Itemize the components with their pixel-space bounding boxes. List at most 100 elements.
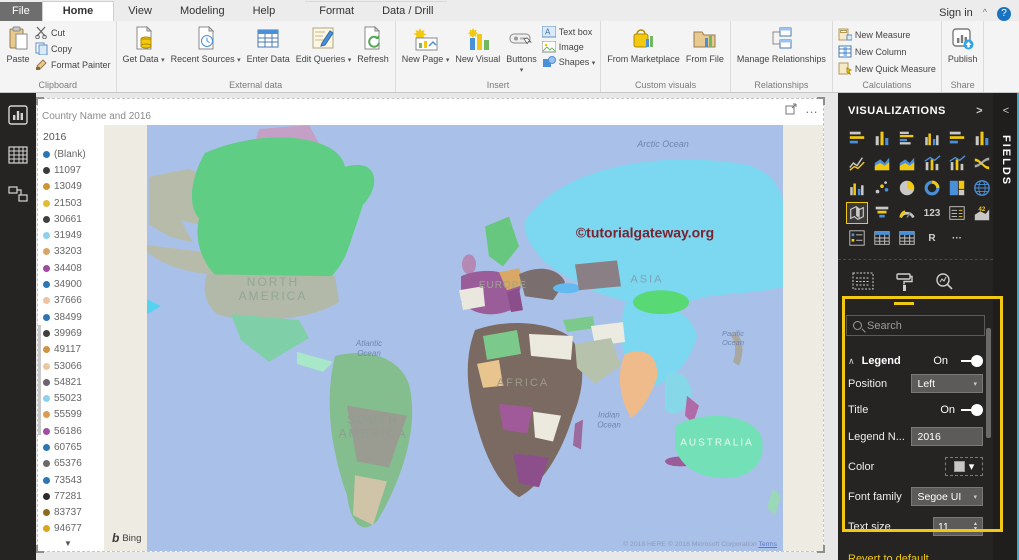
cut-button[interactable]: Cut xyxy=(35,26,111,39)
tab-home[interactable]: Home xyxy=(41,1,115,21)
legend-item[interactable]: 77281 xyxy=(38,488,104,504)
font-family-dropdown[interactable]: Segoe UI ▾ xyxy=(911,487,983,506)
scatter-chart-icon[interactable] xyxy=(871,177,893,199)
recent-sources-button[interactable]: Recent Sources ▾ xyxy=(168,24,244,67)
multi-row-card-icon[interactable] xyxy=(946,202,968,224)
new-page-button[interactable]: New Page ▾ xyxy=(399,24,453,67)
new-visual-button[interactable]: New Visual xyxy=(452,24,503,66)
tab-help[interactable]: Help xyxy=(239,2,290,21)
legend-item[interactable]: 34408 xyxy=(38,260,104,276)
funnel-icon[interactable] xyxy=(871,202,893,224)
legend-name-input[interactable]: 2016 xyxy=(911,427,983,446)
tab-file[interactable]: File xyxy=(0,2,42,21)
legend-scroll-down-icon[interactable]: ▼ xyxy=(64,539,72,548)
donut-chart-icon[interactable] xyxy=(921,177,943,199)
pie-chart-icon[interactable] xyxy=(896,177,918,199)
tab-format[interactable]: Format xyxy=(305,1,369,21)
tab-format-pane[interactable] xyxy=(894,272,914,305)
model-view-button[interactable] xyxy=(8,185,28,208)
legend-section-header[interactable]: ∧ Legend On xyxy=(848,348,983,374)
tab-modeling[interactable]: Modeling xyxy=(166,2,239,21)
legend-item[interactable]: (Blank) xyxy=(38,146,104,162)
legend-item[interactable]: 53066 xyxy=(38,358,104,374)
map-ocean[interactable]: Arctic Ocean NORTH AMERICA EUROPE ASIA A… xyxy=(147,125,783,551)
legend-item[interactable]: 55599 xyxy=(38,407,104,423)
from-marketplace-button[interactable]: From Marketplace xyxy=(604,24,683,66)
map-icon[interactable] xyxy=(971,177,993,199)
refresh-button[interactable]: Refresh xyxy=(354,24,392,66)
revert-to-default-link[interactable]: Revert to default xyxy=(848,547,983,560)
publish-button[interactable]: Publish xyxy=(945,24,981,66)
kpi-icon[interactable]: 42 xyxy=(971,202,993,224)
sign-in-button[interactable]: Sign in xyxy=(939,7,973,19)
legend-item[interactable]: 21503 xyxy=(38,195,104,211)
legend-item[interactable]: 38499 xyxy=(38,309,104,325)
image-button[interactable]: Image xyxy=(541,41,596,53)
collapse-panel-icon[interactable]: > xyxy=(976,105,983,117)
shapes-button[interactable]: Shapes ▾ xyxy=(542,56,595,68)
r-script-icon[interactable]: R xyxy=(921,227,943,249)
search-input[interactable] xyxy=(867,319,978,332)
tab-view[interactable]: View xyxy=(114,2,166,21)
data-view-button[interactable] xyxy=(8,146,28,169)
map-area[interactable]: Arctic Ocean NORTH AMERICA EUROPE ASIA A… xyxy=(104,125,823,551)
slicer-icon[interactable] xyxy=(846,227,868,249)
panel-scrollbar[interactable] xyxy=(986,328,991,438)
focus-mode-icon[interactable] xyxy=(785,103,797,115)
buttons-button[interactable]: Buttons ▾ xyxy=(503,24,540,77)
stacked-column-chart-icon[interactable] xyxy=(871,127,893,149)
legend-item[interactable]: 73543 xyxy=(38,472,104,488)
expand-fields-icon[interactable]: < xyxy=(993,93,1019,117)
edit-queries-button[interactable]: Edit Queries ▾ xyxy=(293,24,355,67)
legend-item[interactable]: 65376 xyxy=(38,456,104,472)
new-quick-measure-button[interactable]: New Quick Measure xyxy=(838,62,936,75)
line-stacked-column-chart-icon[interactable] xyxy=(921,152,943,174)
legend-item[interactable]: 13049 xyxy=(38,179,104,195)
format-painter-button[interactable]: Format Painter xyxy=(35,58,111,71)
gauge-icon[interactable] xyxy=(896,202,918,224)
line-clustered-column-chart-icon[interactable] xyxy=(946,152,968,174)
report-view-button[interactable] xyxy=(8,105,28,130)
ribbon-chart-icon[interactable] xyxy=(971,152,993,174)
new-column-button[interactable]: New Column xyxy=(838,45,936,58)
clustered-bar-chart-icon[interactable] xyxy=(896,127,918,149)
legend-item[interactable]: 94677 xyxy=(38,521,104,537)
title-toggle[interactable] xyxy=(961,404,983,416)
tab-data-drill[interactable]: Data / Drill xyxy=(368,1,448,21)
legend-item[interactable]: 37666 xyxy=(38,293,104,309)
copy-button[interactable]: Copy xyxy=(35,42,111,55)
legend-item[interactable]: 56186 xyxy=(38,423,104,439)
legend-item[interactable]: 11097 xyxy=(38,162,104,178)
100-stacked-bar-chart-icon[interactable] xyxy=(946,127,968,149)
legend-item[interactable]: 60765 xyxy=(38,439,104,455)
legend-item[interactable]: 39969 xyxy=(38,325,104,341)
format-search[interactable] xyxy=(846,315,985,336)
card-icon[interactable]: 123 xyxy=(921,202,943,224)
more-options-icon[interactable]: … xyxy=(805,101,819,116)
filled-map-icon[interactable] xyxy=(846,202,868,224)
get-data-button[interactable]: Get Data ▾ xyxy=(120,24,168,67)
stacked-bar-chart-icon[interactable] xyxy=(846,127,868,149)
legend-toggle[interactable] xyxy=(961,355,983,367)
terms-link[interactable]: Terms xyxy=(758,541,777,548)
legend-item[interactable]: 30661 xyxy=(38,211,104,227)
legend-item[interactable]: 31949 xyxy=(38,227,104,243)
report-canvas[interactable]: Country Name and 2016 … 2016 (Blank) 1109… xyxy=(36,93,838,560)
area-chart-icon[interactable] xyxy=(871,152,893,174)
clustered-column-chart-icon[interactable] xyxy=(921,127,943,149)
collapse-ribbon-icon[interactable]: ^ xyxy=(983,7,987,17)
text-box-button[interactable]: A Text box xyxy=(541,26,596,38)
legend-item[interactable]: 49117 xyxy=(38,342,104,358)
waterfall-chart-icon[interactable] xyxy=(846,177,868,199)
legend-item[interactable]: 55023 xyxy=(38,390,104,406)
legend-item[interactable]: 54821 xyxy=(38,374,104,390)
line-chart-icon[interactable] xyxy=(846,152,868,174)
position-dropdown[interactable]: Left ▾ xyxy=(911,374,983,393)
new-measure-button[interactable]: New Measure xyxy=(838,28,936,41)
stacked-area-chart-icon[interactable] xyxy=(896,152,918,174)
text-size-stepper[interactable]: 11 ▲ ▼ xyxy=(933,517,983,536)
legend-item[interactable]: 33203 xyxy=(38,244,104,260)
legend-item[interactable]: 34900 xyxy=(38,276,104,292)
100-stacked-column-chart-icon[interactable] xyxy=(971,127,993,149)
map-visual[interactable]: Country Name and 2016 … 2016 (Blank) 1109… xyxy=(36,97,825,553)
